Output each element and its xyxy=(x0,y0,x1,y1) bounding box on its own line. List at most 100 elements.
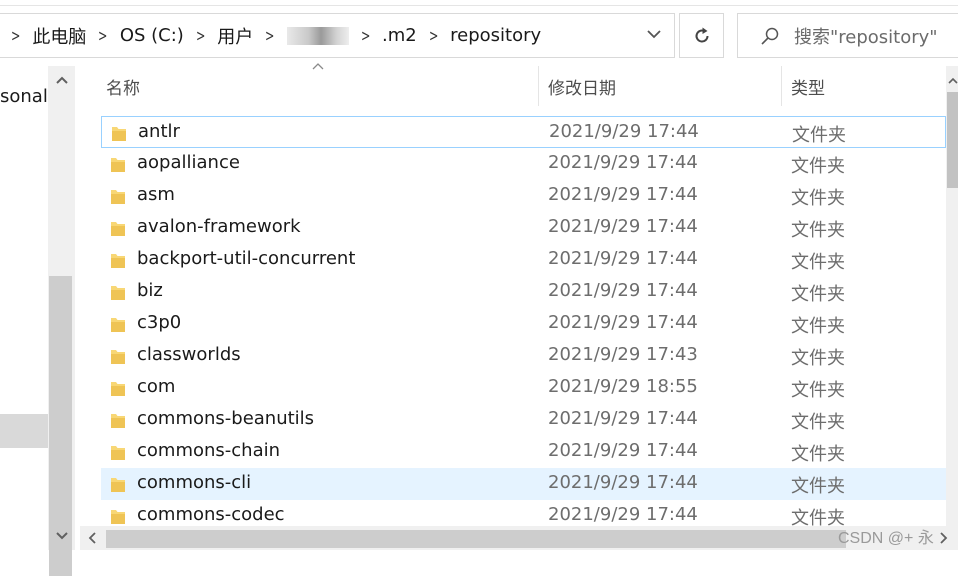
breadcrumb-this-pc[interactable]: 此电脑 xyxy=(32,23,86,49)
chevron-right-icon xyxy=(940,532,948,544)
scroll-left-arrow[interactable] xyxy=(82,528,102,548)
sort-up-icon xyxy=(312,63,324,70)
breadcrumb-m2[interactable]: .m2 xyxy=(382,25,417,46)
file-type: 文件夹 xyxy=(791,284,845,305)
file-modified-date: 2021/9/29 17:44 xyxy=(548,152,698,173)
toolbar-divider xyxy=(0,0,958,6)
column-divider[interactable] xyxy=(538,66,539,106)
file-modified-date: 2021/9/29 17:44 xyxy=(548,472,698,493)
column-header-date[interactable]: 修改日期 xyxy=(548,74,616,99)
file-name: c3p0 xyxy=(137,312,182,333)
file-modified-date: 2021/9/29 17:44 xyxy=(548,184,698,205)
file-row[interactable]: c3p0 2021/9/29 17:44 文件夹 xyxy=(101,308,946,340)
file-name: asm xyxy=(137,184,175,205)
file-row[interactable]: commons-beanutils 2021/9/29 17:44 文件夹 xyxy=(101,404,946,436)
file-row[interactable]: commons-cli 2021/9/29 17:44 文件夹 xyxy=(101,468,946,500)
file-modified-date: 2021/9/29 17:44 xyxy=(548,312,698,333)
folder-icon xyxy=(111,510,125,524)
file-name: classworlds xyxy=(137,344,241,365)
file-row[interactable]: commons-chain 2021/9/29 17:44 文件夹 xyxy=(101,436,946,468)
file-type: 文件夹 xyxy=(792,125,846,146)
vertical-scrollbar-thumb[interactable] xyxy=(947,92,958,188)
file-type: 文件夹 xyxy=(791,380,845,401)
file-row[interactable]: com 2021/9/29 18:55 文件夹 xyxy=(101,372,946,404)
file-name: aopalliance xyxy=(137,152,240,173)
nav-scroll-up-arrow[interactable] xyxy=(52,70,72,90)
search-placeholder[interactable]: 搜索"repository" xyxy=(794,23,938,49)
breadcrumb-drive-c[interactable]: OS (C:) xyxy=(120,25,184,46)
file-modified-date: 2021/9/29 17:44 xyxy=(548,440,698,461)
column-header-name[interactable]: 名称 xyxy=(106,74,140,99)
chevron-right-icon[interactable]: > xyxy=(98,26,107,45)
file-type: 文件夹 xyxy=(791,412,845,433)
file-name: biz xyxy=(137,280,163,301)
file-modified-date: 2021/9/29 18:55 xyxy=(548,376,698,397)
nav-item-selected[interactable] xyxy=(0,414,48,448)
address-bar[interactable]: > 此电脑 > OS (C:) > 用户 > > .m2 > repositor… xyxy=(0,13,675,58)
file-type: 文件夹 xyxy=(791,316,845,337)
file-row[interactable]: aopalliance 2021/9/29 17:44 文件夹 xyxy=(101,148,946,180)
breadcrumb-repository[interactable]: repository xyxy=(450,25,541,46)
chevron-down-icon[interactable] xyxy=(646,26,662,42)
chevron-right-icon[interactable]: > xyxy=(11,26,20,45)
file-modified-date: 2021/9/29 17:44 xyxy=(548,504,698,525)
nav-scroll-down-arrow[interactable] xyxy=(52,526,72,546)
file-row[interactable]: antlr 2021/9/29 17:44 文件夹 xyxy=(101,116,946,148)
folder-icon xyxy=(111,254,125,268)
file-type: 文件夹 xyxy=(791,188,845,209)
file-name: avalon-framework xyxy=(137,216,301,237)
folder-icon xyxy=(111,286,125,300)
file-name: antlr xyxy=(138,121,180,142)
nav-item-label[interactable]: sonal xyxy=(0,86,48,107)
file-type: 文件夹 xyxy=(791,220,845,241)
chevron-down-icon xyxy=(56,532,68,540)
folder-icon xyxy=(112,127,126,141)
file-name: com xyxy=(137,376,176,397)
scroll-up-arrow[interactable] xyxy=(947,70,958,90)
file-row[interactable]: avalon-framework 2021/9/29 17:44 文件夹 xyxy=(101,212,946,244)
breadcrumb-users[interactable]: 用户 xyxy=(217,23,253,49)
chevron-right-icon[interactable]: > xyxy=(265,26,274,45)
refresh-button[interactable] xyxy=(679,13,724,58)
file-row[interactable]: classworlds 2021/9/29 17:43 文件夹 xyxy=(101,340,946,372)
chevron-right-icon[interactable]: > xyxy=(361,26,370,45)
search-box[interactable]: 搜索"repository" xyxy=(737,13,958,58)
file-modified-date: 2021/9/29 17:44 xyxy=(548,280,698,301)
folder-icon xyxy=(111,222,125,236)
chevron-right-icon[interactable]: > xyxy=(429,26,438,45)
search-icon xyxy=(761,27,779,45)
address-toolbar: > 此电脑 > OS (C:) > 用户 > > .m2 > repositor… xyxy=(0,0,958,72)
folder-icon xyxy=(111,158,125,172)
file-name: commons-beanutils xyxy=(137,408,315,429)
folder-icon xyxy=(111,478,125,492)
file-modified-date: 2021/9/29 17:44 xyxy=(548,248,698,269)
file-row[interactable]: biz 2021/9/29 17:44 文件夹 xyxy=(101,276,946,308)
file-name: commons-codec xyxy=(137,504,285,525)
breadcrumb-username-redacted[interactable] xyxy=(286,26,349,45)
file-name: backport-util-concurrent xyxy=(137,248,356,269)
folder-icon xyxy=(111,190,125,204)
column-divider[interactable] xyxy=(781,66,782,106)
file-type: 文件夹 xyxy=(791,444,845,465)
refresh-icon xyxy=(695,27,708,42)
folder-icon xyxy=(111,382,125,396)
file-type: 文件夹 xyxy=(791,156,845,177)
column-header-type[interactable]: 类型 xyxy=(791,74,825,99)
file-list: 名称 修改日期 类型 antlr 2021/9/29 17:44 文件夹 aopall… xyxy=(80,63,958,550)
chevron-up-icon xyxy=(947,77,958,84)
column-header-row: 名称 修改日期 类型 xyxy=(80,63,946,110)
navigation-pane: sonal xyxy=(0,66,75,576)
file-name: commons-chain xyxy=(137,440,281,461)
horizontal-scrollbar-thumb[interactable] xyxy=(106,530,846,548)
file-modified-date: 2021/9/29 17:44 xyxy=(548,408,698,429)
folder-icon xyxy=(111,350,125,364)
chevron-right-icon[interactable]: > xyxy=(196,26,205,45)
file-modified-date: 2021/9/29 17:44 xyxy=(548,216,698,237)
file-modified-date: 2021/9/29 17:43 xyxy=(548,344,698,365)
file-modified-date: 2021/9/29 17:44 xyxy=(549,121,699,142)
file-row[interactable]: backport-util-concurrent 2021/9/29 17:44 文… xyxy=(101,244,946,276)
file-name: commons-cli xyxy=(137,472,252,493)
file-type: 文件夹 xyxy=(791,252,845,273)
file-row[interactable]: asm 2021/9/29 17:44 文件夹 xyxy=(101,180,946,212)
scroll-right-arrow[interactable] xyxy=(934,528,954,548)
